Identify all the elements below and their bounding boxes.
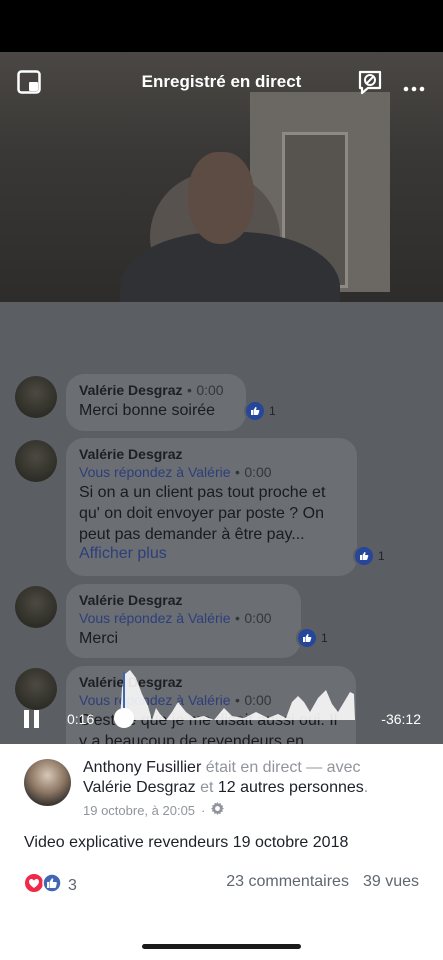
video-header: Enregistré en direct [0, 52, 443, 112]
avatar[interactable] [15, 586, 57, 628]
post-info: Anthony Fusillier était en direct — avec… [0, 744, 443, 960]
views-count: 39 vues [362, 873, 419, 890]
status-bar [0, 0, 443, 52]
pause-button[interactable] [24, 710, 40, 728]
comment-author[interactable]: Valérie Desgraz [79, 592, 183, 608]
comment-dot: • [234, 610, 240, 626]
post-meta: 19 octobre, à 20:05 · [83, 802, 225, 818]
comment-reactions[interactable]: 1 [353, 545, 385, 567]
more-icon[interactable] [403, 79, 425, 97]
avatar[interactable] [15, 440, 57, 482]
meta-dot: · [201, 802, 206, 818]
like-icon [244, 400, 266, 422]
like-icon [353, 545, 375, 567]
comment-reactions[interactable]: 1 [296, 627, 328, 649]
comment-bubble[interactable]: Valérie Desgraz Vous répondez à Valérie … [66, 438, 357, 576]
others-link[interactable]: 12 autres personnes [218, 779, 364, 796]
comment-text: Merci [79, 630, 119, 647]
live-status-text: était en direct — avec [205, 759, 361, 776]
comment-time: 0:00 [196, 382, 224, 398]
reply-indicator: Vous répondez à Valérie [79, 464, 231, 480]
comment-text: Si on a un client pas tout proche et qu'… [79, 484, 326, 543]
comments-count[interactable]: 23 commentaires [226, 873, 349, 891]
and-text: et [200, 779, 214, 796]
gear-icon [211, 802, 225, 818]
comment-dot: • [234, 464, 240, 480]
current-time: 0:16 [67, 711, 95, 727]
comment-dot: • [186, 382, 192, 398]
period-text: . [363, 779, 369, 796]
avatar[interactable] [15, 376, 57, 418]
comment-bubble[interactable]: Valérie Desgraz Vous répondez à Valérie … [66, 584, 301, 658]
post-header-line: Anthony Fusillier était en direct — avec [83, 759, 433, 777]
comment-time: 0:00 [244, 464, 272, 480]
reply-indicator: Vous répondez à Valérie [79, 610, 231, 626]
comment-bubble[interactable]: Valérie Desgraz • 0:00 Merci bonne soiré… [66, 374, 246, 431]
like-icon [42, 873, 62, 898]
audio-waveform [120, 670, 355, 720]
like-icon [296, 627, 318, 649]
like-count: 1 [378, 549, 385, 563]
scrubber-handle[interactable] [114, 708, 134, 728]
comment-text: Merci bonne soirée [79, 402, 216, 419]
comment-time: 0:00 [244, 610, 272, 626]
comment-author[interactable]: Valérie Desgraz [79, 382, 183, 398]
tagged-person[interactable]: Valérie Desgraz [83, 779, 196, 796]
video-person-head [188, 152, 254, 244]
comment-author[interactable]: Valérie Desgraz [79, 446, 183, 462]
show-more-link[interactable]: Afficher plus [79, 545, 344, 563]
comments-off-icon[interactable] [356, 68, 384, 101]
like-count: 1 [321, 631, 328, 645]
author-avatar[interactable] [24, 759, 71, 806]
reaction-count: 3 [68, 876, 77, 894]
reaction-summary[interactable]: 3 [24, 873, 77, 898]
remaining-time: -36:12 [381, 711, 421, 727]
post-date[interactable]: 19 octobre, à 20:05 [83, 803, 195, 818]
tagged-line: Valérie Desgraz et 12 autres personnes. [83, 779, 368, 797]
post-description: Video explicative revendeurs 19 octobre … [24, 834, 349, 851]
author-name[interactable]: Anthony Fusillier [83, 759, 201, 776]
comment-reactions[interactable]: 1 [244, 400, 276, 422]
home-indicator[interactable] [142, 944, 301, 949]
like-count: 1 [269, 404, 276, 418]
love-icon [24, 873, 44, 898]
player-controls: 0:16 -36:12 [0, 668, 443, 744]
